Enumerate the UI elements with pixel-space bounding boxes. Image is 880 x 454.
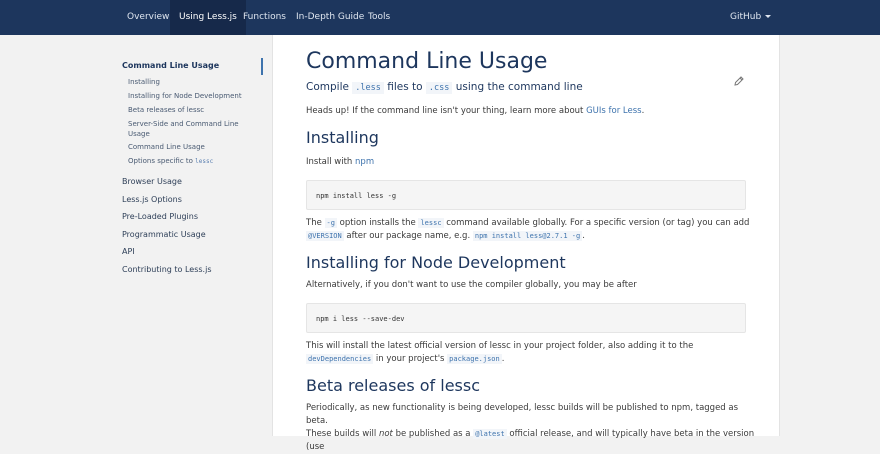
sidebar-item-preloaded-plugins[interactable]: Pre-Loaded Plugins [122,212,198,221]
code-less-ext: .less [352,82,384,94]
options-code: lessc [195,158,214,165]
code-block-save-dev: npm i less --save-dev [306,303,746,333]
pencil-edit-icon[interactable] [733,75,745,87]
nav-github-dropdown[interactable]: GitHub [721,0,780,35]
github-label: GitHub [730,12,762,22]
heading-beta-releases: Beta releases of lessc [306,376,481,395]
top-navbar: Overview Using Less.js Functions In-Dept… [0,0,880,35]
nav-tools[interactable]: Tools [359,0,399,35]
install-text: Install with npm [306,157,375,167]
sidebar-item-command-line-usage[interactable]: Command Line Usage [122,61,219,70]
sidebar-subitem-installing[interactable]: Installing [128,77,253,87]
code-block-install: npm install less -g [306,180,746,210]
sidebar-subitem-beta-releases[interactable]: Beta releases of lessc [128,105,253,115]
heading-node-development: Installing for Node Development [306,253,566,272]
sidebar-item-api[interactable]: API [122,247,135,256]
beta-text: Periodically, as new functionality is be… [306,403,755,452]
sidebar-subitem-server-side[interactable]: Server-Side and Command Line Usage [128,119,253,139]
code-css-ext: .css [425,82,453,94]
options-label: Options specific to [128,157,193,165]
sidebar-item-contributing[interactable]: Contributing to Less.js [122,265,211,274]
sidebar-subitem-node-development[interactable]: Installing for Node Development [128,91,253,101]
page-title: Command Line Usage [306,49,548,74]
sidebar-subitem-command-line-usage[interactable]: Command Line Usage [128,142,253,152]
headsup-text: Heads up! If the command line isn't your… [306,106,645,116]
node-text: Alternatively, if you don't want to use … [306,280,637,290]
main-content: Command Line Usage Compile .less files t… [272,35,780,452]
npm-link[interactable]: npm [355,157,374,167]
sidebar-subitem-options-lessc[interactable]: Options specific to lessc [128,156,253,167]
sidebar-item-lessjs-options[interactable]: Less.js Options [122,195,182,204]
node-explanation: This will install the latest official ve… [306,341,694,364]
caret-down-icon [765,15,772,18]
install-explanation: The -g option installs the lessc command… [306,218,750,241]
guis-for-less-link[interactable]: GUIs for Less [586,106,642,116]
sidebar-active-indicator [261,58,263,75]
lead-text: Compile .less files to .css using the co… [306,81,583,94]
sidebar-item-browser-usage[interactable]: Browser Usage [122,177,182,186]
nav-functions[interactable]: Functions [234,0,295,35]
heading-installing: Installing [306,128,379,147]
sidebar-item-programmatic-usage[interactable]: Programmatic Usage [122,230,206,239]
